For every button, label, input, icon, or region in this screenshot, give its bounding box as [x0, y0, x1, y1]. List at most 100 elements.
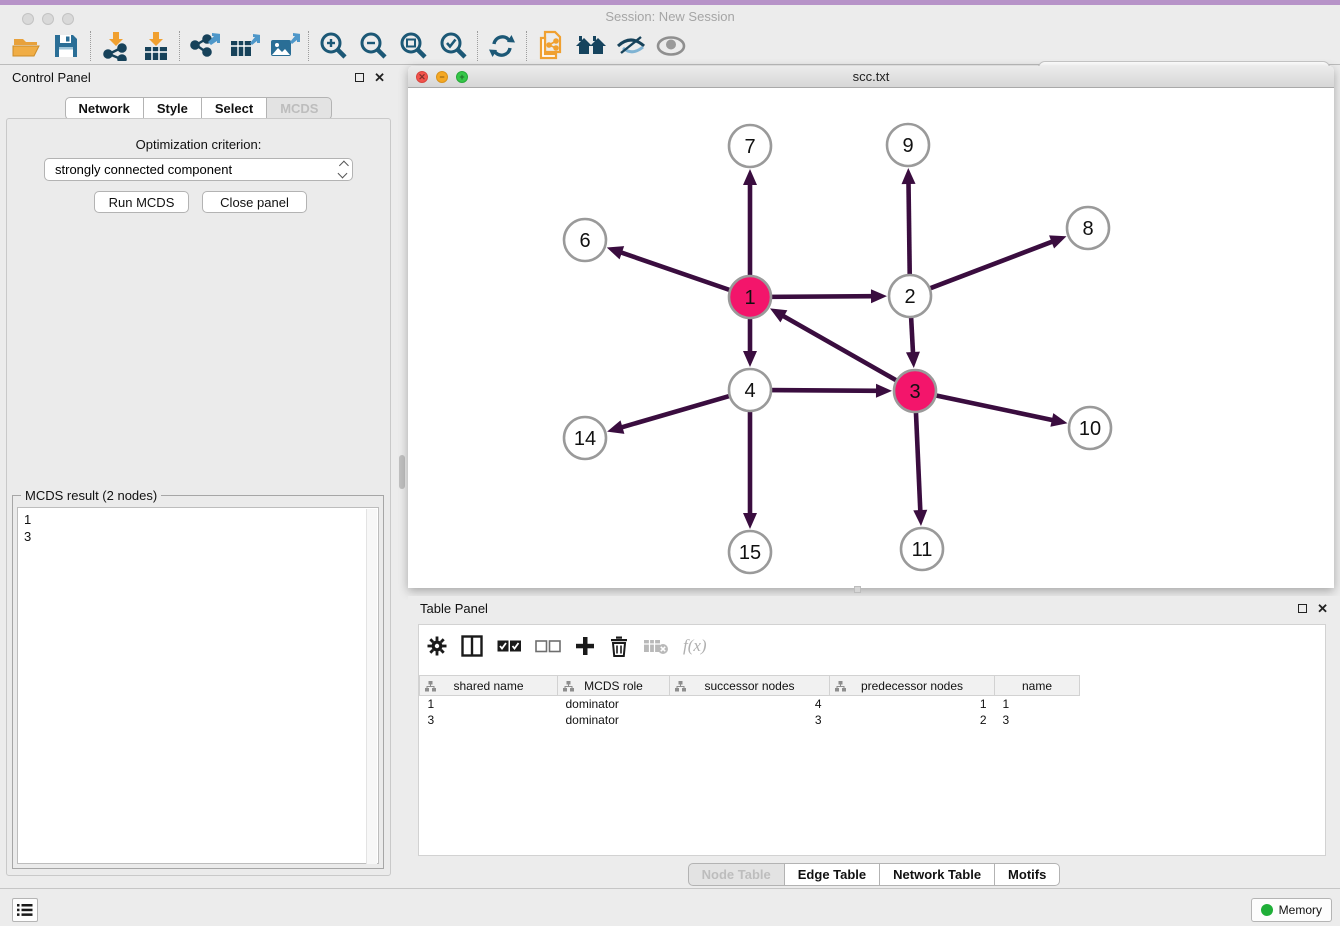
import-table-icon[interactable] [135, 30, 175, 62]
column-header-name[interactable]: name [995, 676, 1080, 696]
eye-icon[interactable] [651, 30, 691, 62]
select-all-icon[interactable] [497, 633, 521, 659]
network-view-window: ✕ − + scc.txt 7968124314101511 [408, 66, 1334, 588]
memory-status-icon [1261, 904, 1273, 916]
open-folder-icon[interactable] [6, 30, 46, 62]
list-icon [17, 903, 33, 917]
arrowhead-icon [906, 352, 920, 368]
column-header-MCDS-role[interactable]: MCDS role [558, 676, 670, 696]
float-panel-icon[interactable] [1298, 602, 1307, 615]
table-cell[interactable]: dominator [558, 712, 670, 728]
graph-edge-1-2[interactable] [768, 296, 873, 297]
column-header-predecessor-nodes[interactable]: predecessor nodes [830, 676, 995, 696]
arrowhead-icon [743, 351, 757, 367]
zoom-fit-icon[interactable] [393, 30, 433, 62]
export-network-icon[interactable] [184, 30, 224, 62]
column-header-shared-name[interactable]: shared name [420, 676, 558, 696]
node-table: shared nameMCDS rolesuccessor nodesprede… [419, 675, 1080, 728]
graph-edge-4-14[interactable] [621, 395, 733, 428]
close-panel-button[interactable]: Close panel [202, 191, 307, 213]
delete-table-icon[interactable] [643, 633, 669, 659]
minimize-window-button[interactable] [42, 13, 54, 25]
graph-edge-2-9[interactable] [908, 182, 909, 278]
graph-node-label: 2 [904, 286, 915, 308]
result-scrollbar[interactable] [366, 509, 377, 864]
network-canvas[interactable]: 7968124314101511 [408, 88, 1334, 588]
close-window-button[interactable] [22, 13, 34, 25]
table-toolbar: f(x) [427, 633, 707, 659]
table-cell[interactable]: 1 [995, 696, 1080, 712]
graph-node-label: 1 [744, 287, 755, 309]
arrowhead-icon [876, 384, 892, 398]
zoom-out-icon[interactable] [353, 30, 393, 62]
panel-scrollbar[interactable] [398, 90, 406, 588]
network-graph: 7968124314101511 [408, 88, 1334, 588]
zoom-in-icon[interactable] [313, 30, 353, 62]
mcds-result-text[interactable]: 1 3 [17, 507, 379, 864]
tab-network[interactable]: Network [65, 97, 144, 120]
visual-style-eye-icon[interactable] [611, 30, 651, 62]
save-icon[interactable] [46, 30, 86, 62]
table-settings-gear-icon[interactable] [427, 633, 447, 659]
export-table-icon[interactable] [224, 30, 264, 62]
graph-edge-2-3[interactable] [911, 314, 913, 354]
arrowhead-icon [871, 289, 887, 303]
run-mcds-button[interactable]: Run MCDS [94, 191, 189, 213]
add-column-icon[interactable] [575, 633, 595, 659]
graph-edge-2-8[interactable] [927, 241, 1054, 289]
criterion-select[interactable]: strongly connected component [44, 158, 353, 181]
deselect-all-icon[interactable] [535, 633, 561, 659]
refresh-icon[interactable] [482, 30, 522, 62]
export-image-icon[interactable] [264, 30, 304, 62]
network-zoom-icon[interactable]: + [456, 71, 468, 83]
show-columns-icon[interactable] [461, 633, 483, 659]
optimization-criterion-label: Optimization criterion: [0, 137, 397, 152]
scrollbar-thumb[interactable] [399, 455, 405, 489]
task-history-button[interactable] [12, 898, 38, 922]
network-window-titlebar[interactable]: ✕ − + scc.txt [408, 66, 1334, 88]
column-header-successor-nodes[interactable]: successor nodes [670, 676, 830, 696]
float-panel-icon[interactable] [355, 71, 364, 84]
table-cell[interactable]: 3 [670, 712, 830, 728]
node-table-card: f(x) shared nameMCDS rolesuccessor nodes… [418, 624, 1326, 856]
control-panel-title: Control Panel [12, 70, 91, 85]
graph-edge-1-6[interactable] [620, 252, 733, 291]
graph-edge-4-3[interactable] [768, 390, 878, 391]
table-tab-motifs[interactable]: Motifs [995, 863, 1060, 886]
toolbar-separator [179, 31, 180, 61]
network-close-icon[interactable]: ✕ [416, 71, 428, 83]
close-panel-icon[interactable]: ✕ [1317, 602, 1328, 615]
zoom-selected-icon[interactable] [433, 30, 473, 62]
memory-button[interactable]: Memory [1251, 898, 1332, 922]
table-row[interactable]: 1dominator411 [420, 696, 1080, 712]
graph-node-label: 3 [909, 381, 920, 403]
table-cell[interactable]: 4 [670, 696, 830, 712]
graph-edge-3-11[interactable] [916, 409, 921, 512]
table-cell[interactable]: 1 [830, 696, 995, 712]
table-cell[interactable]: dominator [558, 696, 670, 712]
tab-mcds[interactable]: MCDS [267, 97, 332, 120]
table-cell[interactable]: 3 [995, 712, 1080, 728]
import-network-icon[interactable] [95, 30, 135, 62]
tab-style[interactable]: Style [144, 97, 202, 120]
table-cell[interactable]: 2 [830, 712, 995, 728]
delete-column-trash-icon[interactable] [609, 633, 629, 659]
table-row[interactable]: 3dominator323 [420, 712, 1080, 728]
table-tab-network-table[interactable]: Network Table [880, 863, 995, 886]
table-tab-node-table[interactable]: Node Table [688, 863, 785, 886]
close-panel-icon[interactable]: ✕ [374, 71, 385, 84]
function-builder-icon[interactable]: f(x) [683, 633, 707, 659]
network-minimize-icon[interactable]: − [436, 71, 448, 83]
select-stepper-icon [339, 162, 346, 177]
graph-edge-3-1[interactable] [782, 315, 899, 382]
home-icon[interactable] [571, 30, 611, 62]
table-tab-edge-table[interactable]: Edge Table [785, 863, 880, 886]
graph-edge-3-10[interactable] [933, 395, 1054, 421]
tab-select[interactable]: Select [202, 97, 267, 120]
maximize-window-button[interactable] [62, 13, 74, 25]
table-tabs: Node TableEdge TableNetwork TableMotifs [688, 863, 1061, 886]
table-cell[interactable]: 1 [420, 696, 558, 712]
window-resize-grip[interactable] [854, 586, 861, 593]
duplicate-network-icon[interactable] [531, 30, 571, 62]
table-cell[interactable]: 3 [420, 712, 558, 728]
